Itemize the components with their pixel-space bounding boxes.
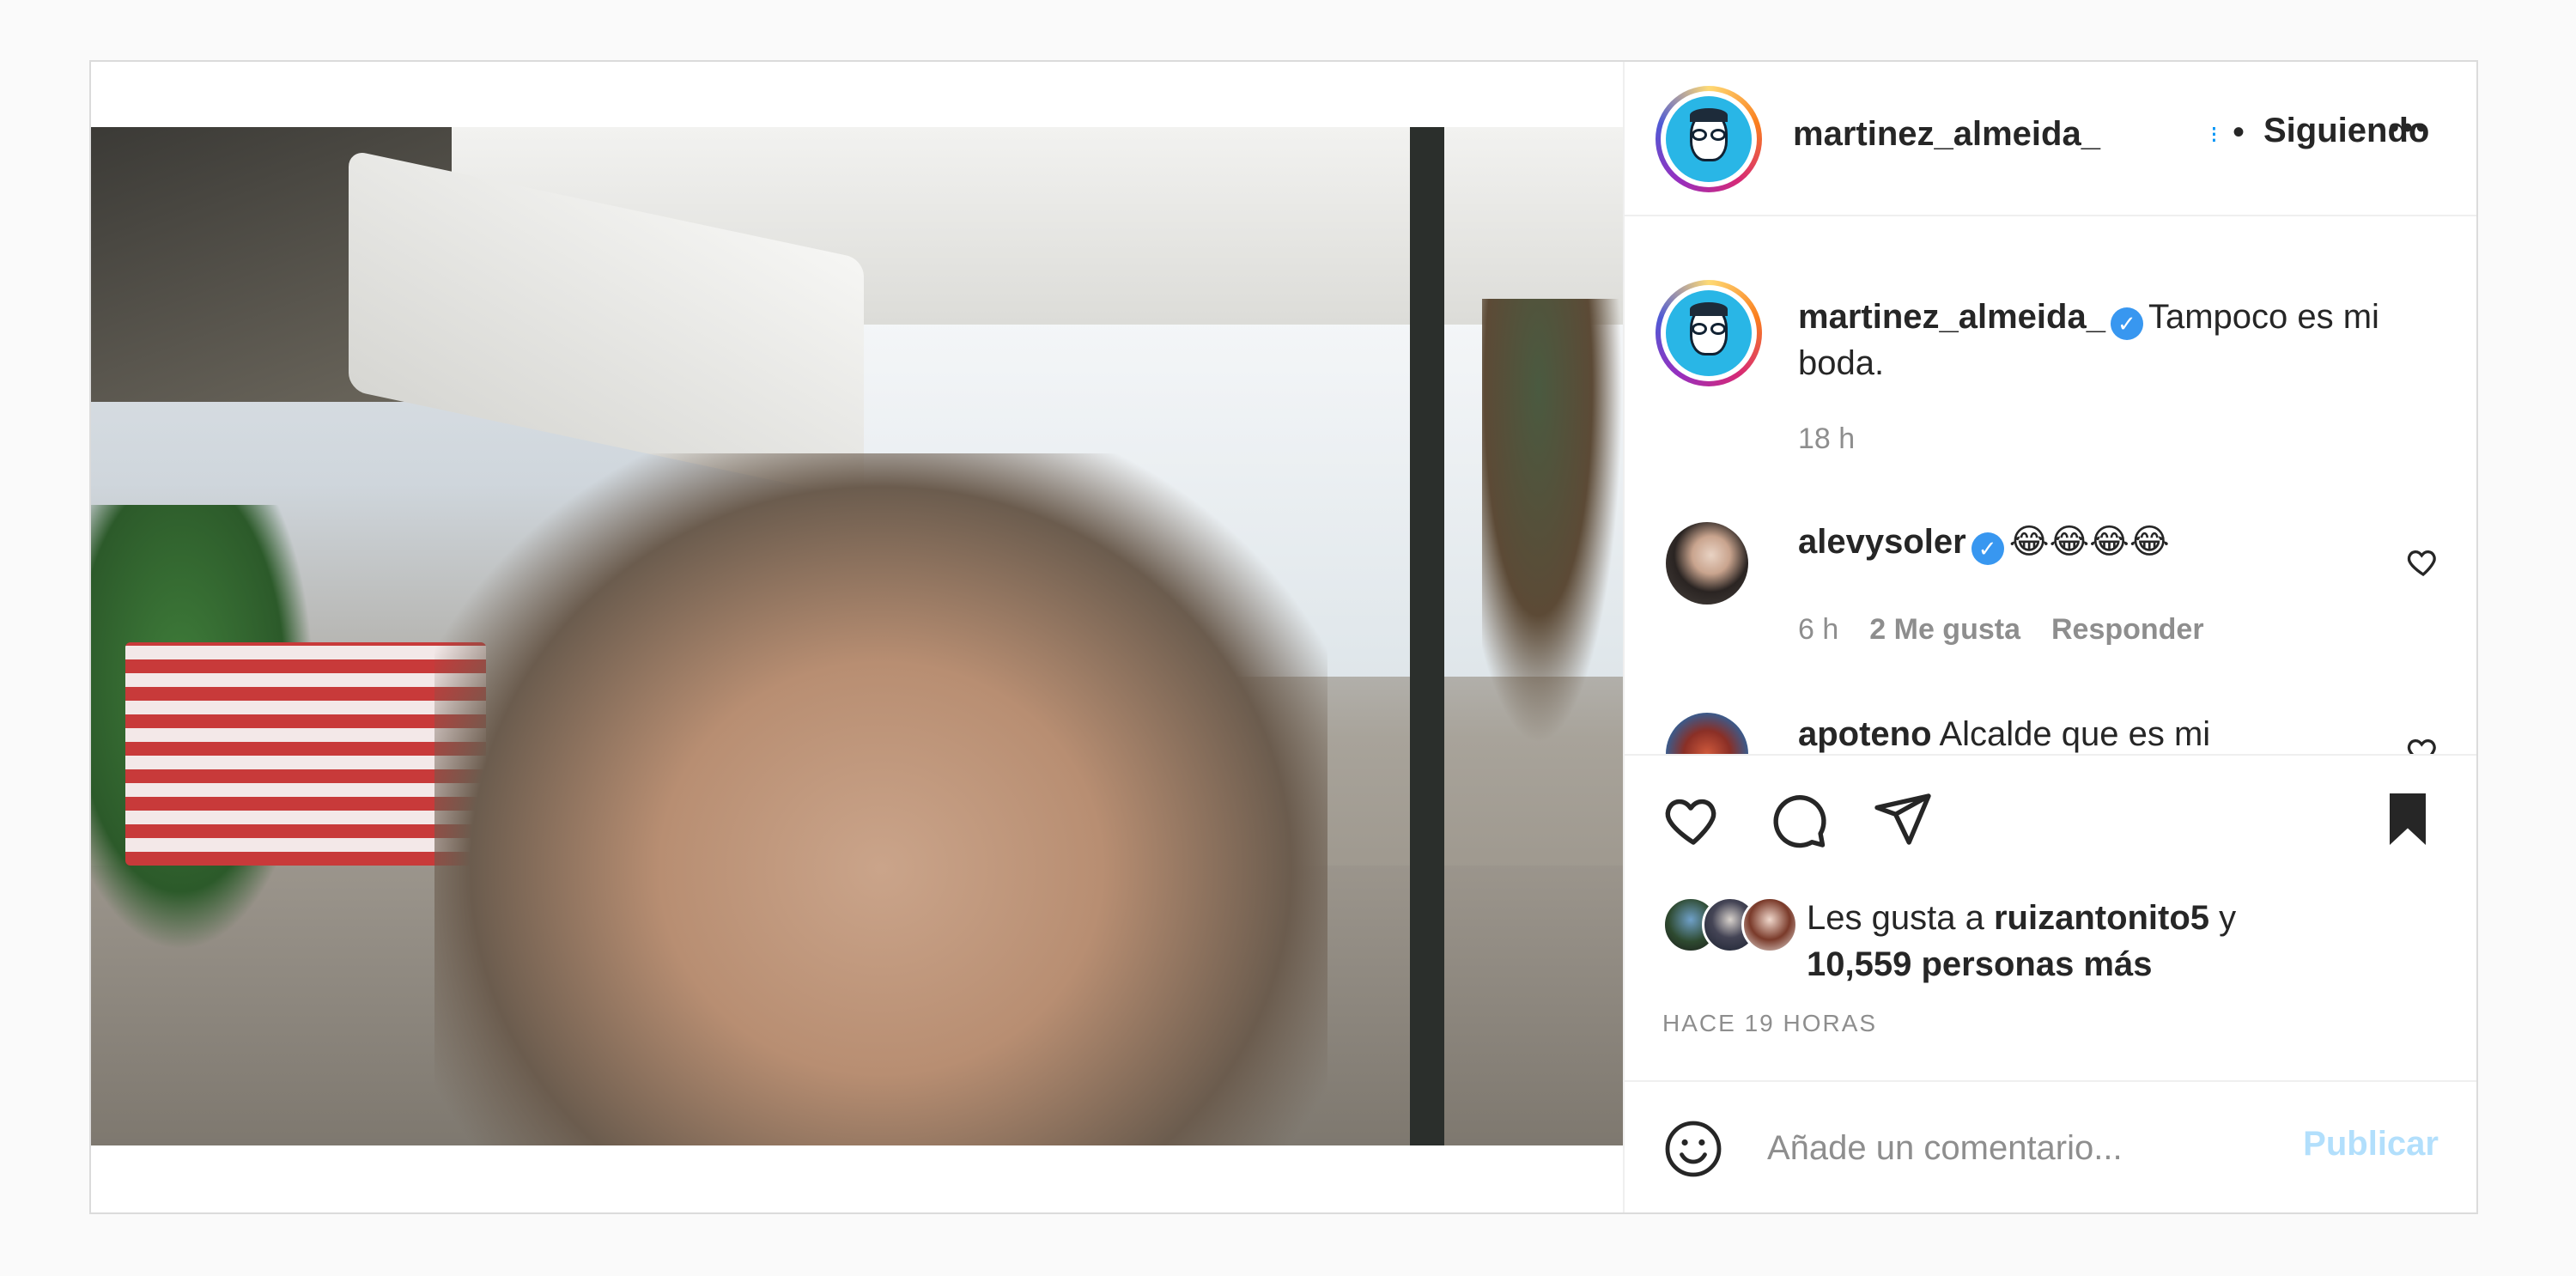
post-time-ago[interactable]: HACE 19 HORAS [1662,1010,1877,1037]
caption-meta: 18 h [1798,422,1886,456]
comment-input[interactable] [1765,1120,2284,1176]
comment-text-block: apoteno Alcalde que es mi prometida 👊🏾 [1798,711,2330,754]
more-options-icon[interactable]: ••• [2389,112,2430,145]
avatar-glasses-right [1710,129,1726,141]
caption-time[interactable]: 18 h [1798,422,1855,455]
photo-palm [1482,299,1623,745]
avatar-hair [1690,108,1728,122]
likes-connector: y [2219,899,2237,937]
comment-text-block: alevysoler ✓ 😂😂😂😂 [1798,519,2330,565]
photo-tablecloth [125,642,486,866]
comment-bubble-icon[interactable] [1767,788,1829,850]
comment-like-heart-icon[interactable] [2406,544,2440,579]
comment-username[interactable]: alevysoler [1798,523,1966,561]
post-side-panel: martinez_almeida_ ⁝ • Siguiendo ••• mart… [1623,62,2476,1212]
photo-people-group [434,453,1327,1145]
post-header: martinez_almeida_ ⁝ • Siguiendo ••• [1625,62,2476,216]
post-card: martinez_almeida_ ⁝ • Siguiendo ••• mart… [89,60,2478,1214]
avatar-illustration [1666,96,1752,182]
avatar-border [1661,91,1757,187]
comment-meta: 6 h 2 Me gusta Responder [1798,613,2235,647]
header-separator: • [2233,113,2245,151]
likes-others-link[interactable]: 10,559 personas más [1807,945,2152,983]
add-comment-bar: Publicar [1625,1080,2476,1212]
photo-umbrella-pole [1410,127,1444,1145]
likes-summary: Les gusta a ruizantonito5 y 10,559 perso… [1807,895,2236,987]
avatar-glasses-left [1692,129,1707,141]
comments-list: martinez_almeida_ ✓ Tampoco es mi boda. 18… [1625,216,2476,754]
paper-plane-icon[interactable] [1872,788,1934,850]
bookmark-filled-icon[interactable] [2377,788,2439,850]
comment-time[interactable]: 6 h [1798,613,1838,646]
comment-likes-count[interactable]: 2 Me gusta [1869,613,2020,646]
avatar-glasses-right [1710,323,1726,335]
header-username[interactable]: martinez_almeida_ [1793,115,2100,154]
comment-username[interactable]: apoteno [1798,715,1932,753]
post-photo[interactable] [91,127,1623,1145]
avatar-border [1661,285,1757,381]
publish-button[interactable]: Publicar [2303,1125,2439,1164]
avatar-hair [1690,302,1728,316]
post-media [91,62,1623,1212]
post-action-bar [1625,754,2476,867]
emoji-smile-icon[interactable] [1662,1118,1724,1180]
liker-avatar[interactable] [1741,896,1798,953]
comment-like-heart-icon[interactable] [2406,733,2440,754]
liker-username[interactable]: ruizantonito5 [1994,899,2209,937]
story-indicator-icon: ⁝ [2210,121,2218,148]
verified-badge-icon: ✓ [2110,307,2143,340]
heart-icon[interactable] [1662,788,1724,850]
likes-prefix: Les gusta a [1807,899,1984,937]
verified-badge-icon: ✓ [1971,532,2004,565]
caption-text-block: martinez_almeida_ ✓ Tampoco es mi boda. [1798,294,2433,386]
caption-username[interactable]: martinez_almeida_ [1798,298,2105,336]
avatar-illustration [1666,290,1752,376]
avatar-glasses-left [1692,323,1707,335]
reply-button[interactable]: Responder [2051,613,2204,646]
commenter-avatar[interactable] [1666,522,1748,605]
comment-text: 😂😂😂😂 [2008,523,2170,561]
header-avatar[interactable] [1656,86,1762,192]
commenter-avatar[interactable] [1666,713,1748,754]
caption-avatar[interactable] [1656,280,1762,386]
